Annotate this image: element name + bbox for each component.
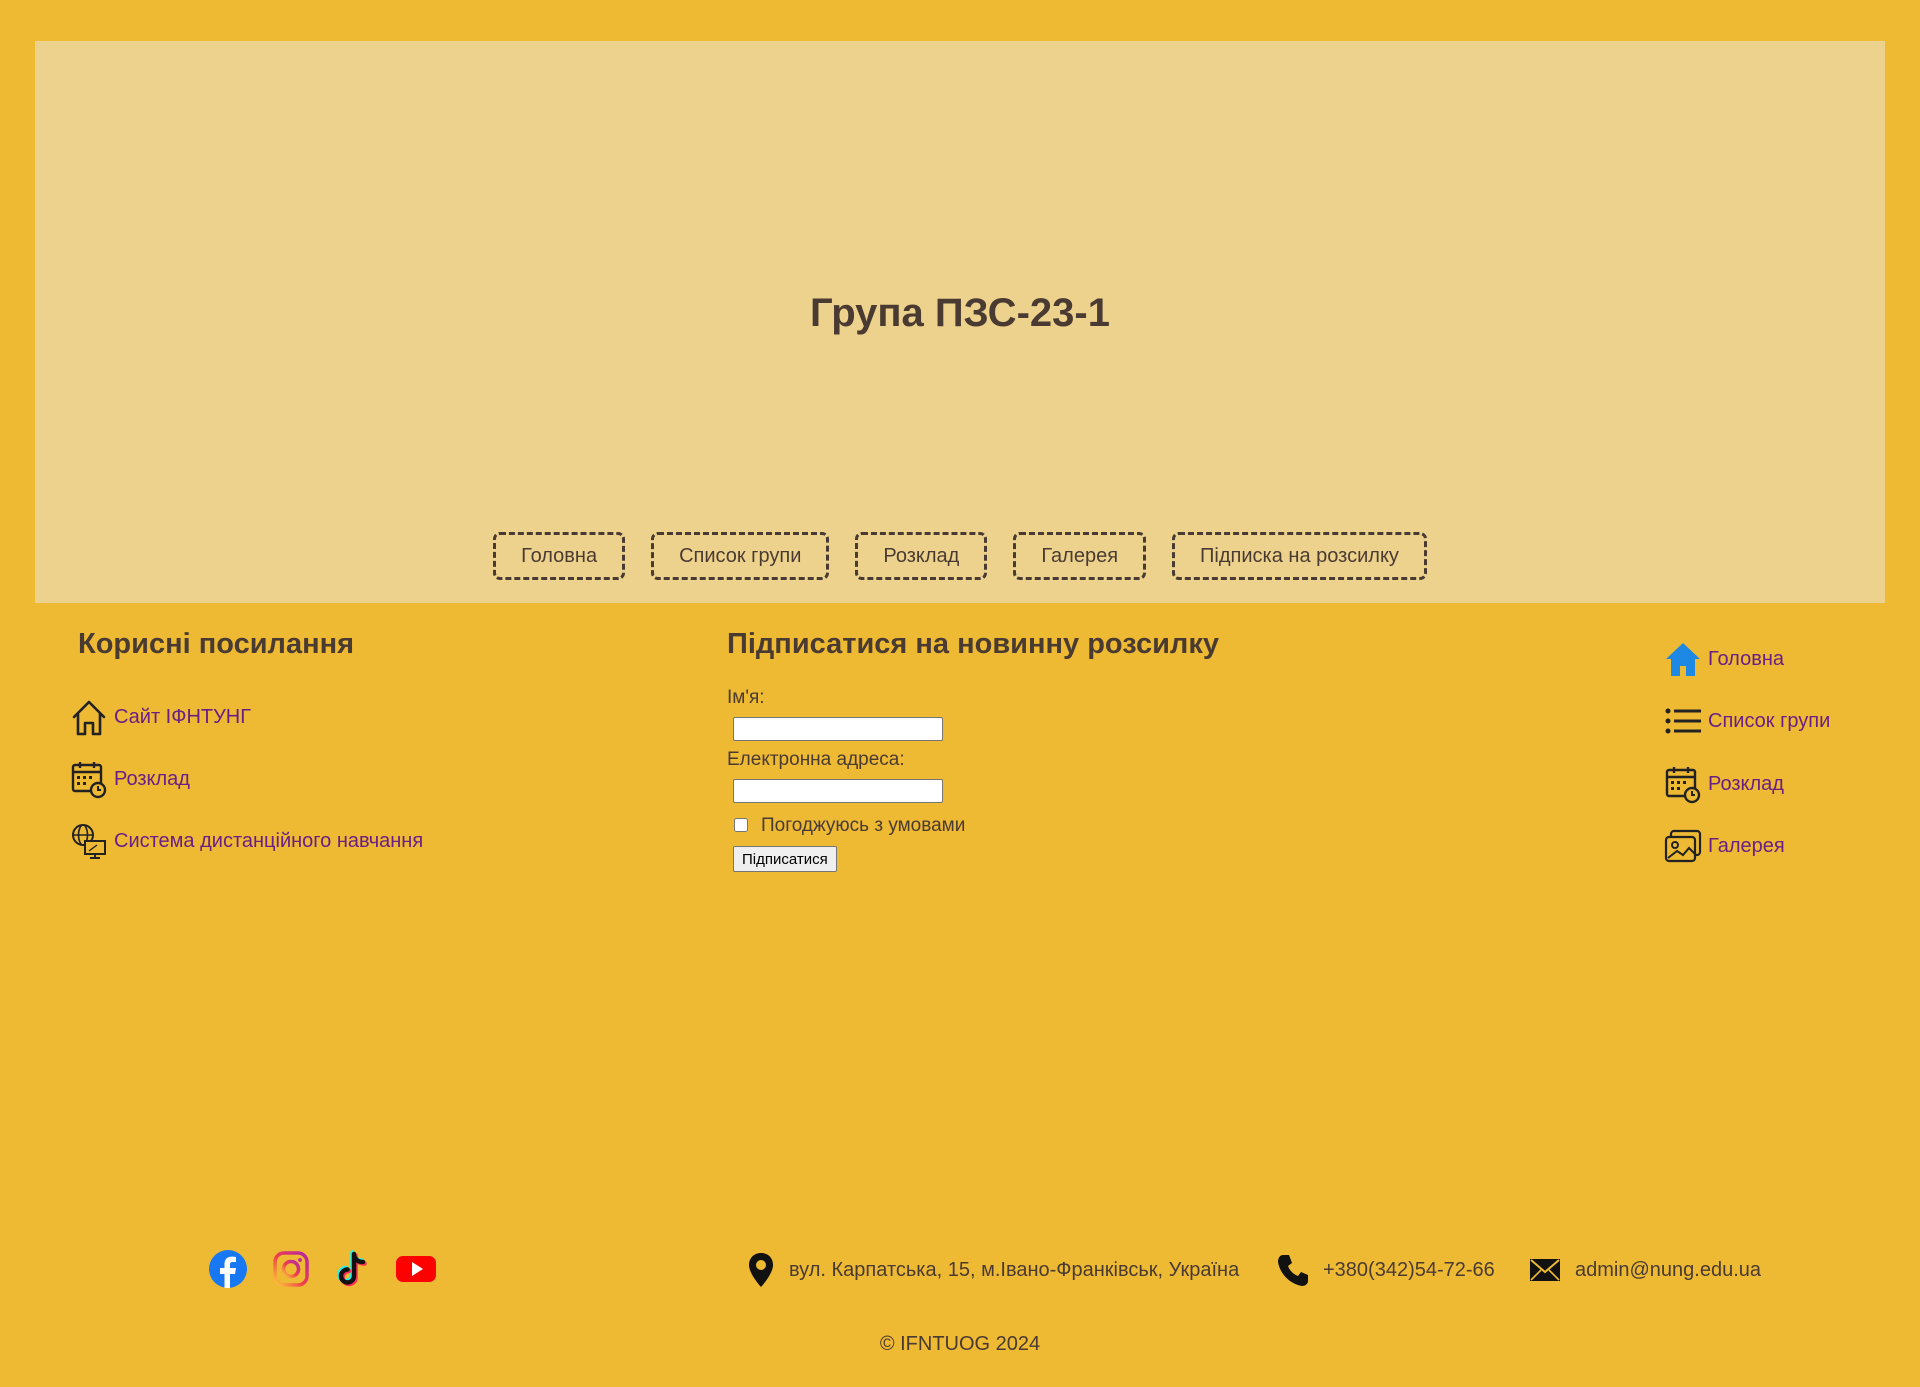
useful-link-distance-learning[interactable]: Система дистанційного навчання: [70, 821, 423, 861]
subscribe-heading: Підписатися на новинну розсилку: [727, 628, 1219, 660]
home-filled-icon: [1664, 639, 1702, 679]
agree-label: Погоджуюсь з умовами: [761, 815, 966, 836]
side-nav-label: Головна: [1708, 647, 1784, 670]
gallery-icon: [1664, 826, 1702, 866]
nav-schedule-button[interactable]: Розклад: [855, 532, 988, 580]
address-text: вул. Карпатська, 15, м.Івано-Франківськ,…: [789, 1258, 1240, 1281]
contact-email: admin@nung.edu.ua: [1529, 1250, 1761, 1290]
side-nav-gallery[interactable]: Галерея: [1664, 826, 1785, 866]
phone-icon: [1277, 1250, 1309, 1290]
useful-link-label: Сайт ІФНТУНГ: [114, 705, 252, 728]
useful-link-schedule[interactable]: Розклад: [70, 759, 190, 799]
main-nav: Головна Список групи Розклад Галерея Під…: [35, 532, 1885, 580]
side-nav-label: Розклад: [1708, 772, 1784, 795]
calendar-clock-icon: [1664, 764, 1702, 804]
email-label: Електронна адреса:: [727, 749, 905, 770]
side-nav-group-list[interactable]: Список групи: [1664, 701, 1830, 741]
calendar-clock-icon: [70, 759, 108, 799]
location-pin-icon: [747, 1250, 775, 1290]
email-text[interactable]: admin@nung.edu.ua: [1575, 1259, 1761, 1282]
copyright: © IFNTUOG 2024: [879, 1333, 1041, 1355]
contact-address: вул. Карпатська, 15, м.Івано-Франківськ,…: [747, 1250, 1239, 1290]
side-nav-home[interactable]: Головна: [1664, 639, 1784, 679]
side-nav-schedule[interactable]: Розклад: [1664, 764, 1784, 804]
email-input[interactable]: [733, 779, 943, 803]
list-icon: [1664, 701, 1702, 741]
useful-link-university-site[interactable]: Сайт ІФНТУНГ: [70, 697, 251, 737]
name-input[interactable]: [733, 717, 943, 741]
nav-gallery-button[interactable]: Галерея: [1013, 532, 1147, 580]
instagram-icon[interactable]: [271, 1249, 311, 1289]
useful-link-label: Система дистанційного навчання: [114, 829, 424, 852]
side-nav-label: Галерея: [1708, 834, 1785, 857]
home-outline-icon: [70, 697, 108, 737]
name-label: Ім'я:: [727, 687, 765, 708]
page-title: Група ПЗС-23-1: [810, 291, 1110, 335]
globe-monitor-icon: [70, 821, 108, 861]
nav-home-button[interactable]: Головна: [493, 532, 626, 580]
facebook-icon[interactable]: [208, 1249, 248, 1289]
useful-link-label: Розклад: [114, 767, 190, 790]
subscribe-submit-button[interactable]: Підписатися: [733, 846, 837, 872]
youtube-icon[interactable]: [396, 1249, 436, 1289]
agree-checkbox[interactable]: [734, 818, 748, 832]
header-banner: Група ПЗС-23-1 Головна Список групи Розк…: [35, 41, 1885, 603]
contact-phone: +380(342)54-72-66: [1277, 1250, 1495, 1290]
tiktok-icon[interactable]: [333, 1249, 373, 1289]
phone-text: +380(342)54-72-66: [1323, 1258, 1495, 1281]
envelope-icon: [1529, 1250, 1561, 1290]
nav-group-list-button[interactable]: Список групи: [651, 532, 830, 580]
useful-links-heading: Корисні посилання: [78, 628, 355, 660]
nav-subscribe-button[interactable]: Підписка на розсилку: [1172, 532, 1427, 580]
side-nav-label: Список групи: [1708, 709, 1831, 732]
